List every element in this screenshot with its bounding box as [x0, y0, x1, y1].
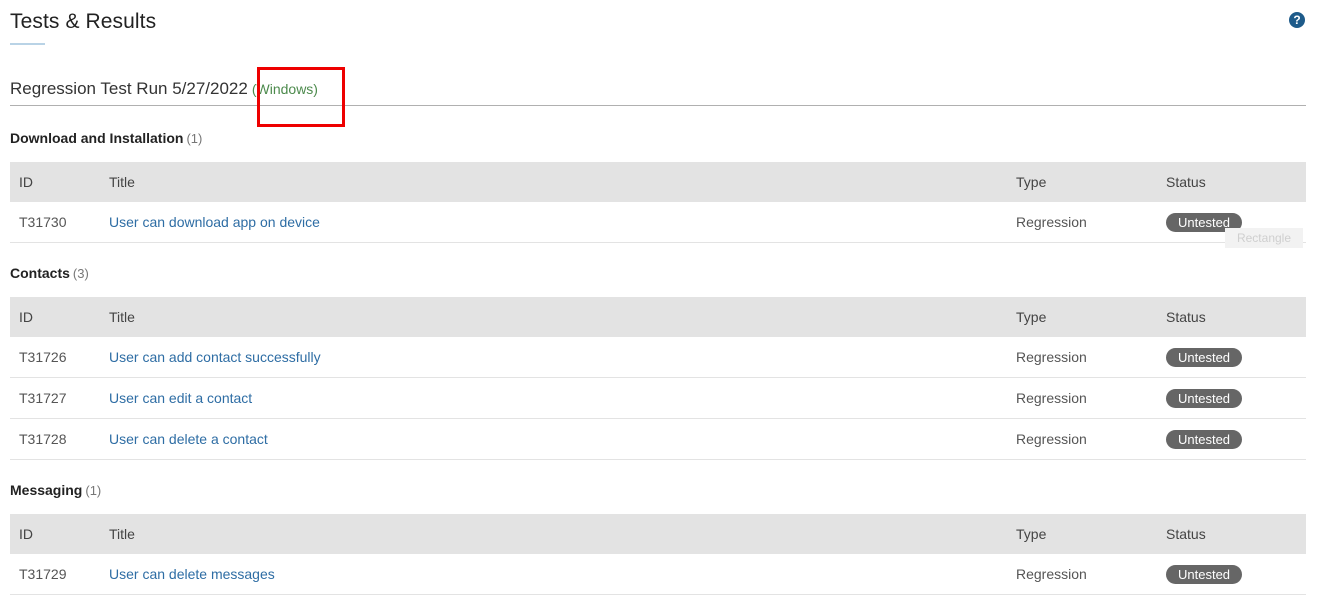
column-header-type[interactable]: Type: [1016, 297, 1046, 337]
table-row[interactable]: T31727 User can edit a contact Regressio…: [10, 378, 1306, 419]
section-messaging: Messaging (1) ID Title Type Status T31729…: [10, 482, 1306, 595]
test-type: Regression: [1016, 566, 1087, 582]
column-header-id[interactable]: ID: [19, 514, 33, 554]
table-row[interactable]: T31729 User can delete messages Regressi…: [10, 554, 1306, 595]
title-underline: [10, 43, 45, 45]
table-row[interactable]: T31730 User can download app on device R…: [10, 202, 1306, 243]
test-type: Regression: [1016, 214, 1087, 230]
question-circle-icon[interactable]: ?: [1289, 12, 1305, 28]
status-cell: Untested: [1166, 378, 1243, 418]
test-id: T31726: [19, 349, 67, 365]
section-contacts: Contacts (3) ID Title Type Status T31726 …: [10, 265, 1306, 460]
test-type: Regression: [1016, 390, 1087, 406]
test-id: T31730: [19, 214, 67, 230]
page-title: Tests & Results: [10, 10, 157, 33]
test-type: Regression: [1016, 431, 1087, 447]
column-header-type[interactable]: Type: [1016, 514, 1046, 554]
column-header-type[interactable]: Type: [1016, 162, 1046, 202]
table-row[interactable]: T31726 User can add contact successfully…: [10, 337, 1306, 378]
run-header: Regression Test Run 5/27/2022 (Windows): [10, 79, 1306, 106]
test-title-link[interactable]: User can delete messages: [109, 554, 275, 594]
section-heading: Contacts (3): [10, 265, 1306, 287]
section-heading: Download and Installation (1): [10, 130, 1306, 152]
section-heading: Messaging (1): [10, 482, 1306, 504]
rectangle-tooltip: Rectangle: [1225, 228, 1303, 248]
section-download-installation: Download and Installation (1) ID Title Ty…: [10, 130, 1306, 243]
column-header-title[interactable]: Title: [109, 162, 135, 202]
test-title-link[interactable]: User can delete a contact: [109, 419, 268, 459]
column-header-status[interactable]: Status: [1166, 514, 1206, 554]
tests-table: ID Title Type Status T31729 User can del…: [10, 514, 1306, 595]
status-cell: Untested: [1166, 554, 1243, 594]
test-id: T31729: [19, 566, 67, 582]
test-title-link[interactable]: User can edit a contact: [109, 378, 252, 418]
test-title-link[interactable]: User can add contact successfully: [109, 337, 321, 377]
column-header-id[interactable]: ID: [19, 162, 33, 202]
section-count: (1): [186, 131, 203, 146]
section-name: Messaging: [10, 482, 83, 498]
column-header-id[interactable]: ID: [19, 297, 33, 337]
test-id: T31727: [19, 390, 67, 406]
highlight-rectangle: [257, 67, 345, 127]
tests-table: ID Title Type Status T31730 User can dow…: [10, 162, 1306, 243]
status-badge[interactable]: Untested: [1166, 388, 1243, 408]
column-header-status[interactable]: Status: [1166, 297, 1206, 337]
table-row[interactable]: T31728 User can delete a contact Regress…: [10, 419, 1306, 460]
section-name: Download and Installation: [10, 130, 184, 146]
status-badge[interactable]: Untested: [1166, 429, 1243, 449]
table-header: ID Title Type Status: [10, 297, 1306, 337]
table-header: ID Title Type Status: [10, 162, 1306, 202]
section-count: (3): [72, 266, 89, 281]
section-name: Contacts: [10, 265, 70, 281]
run-title: Regression Test Run 5/27/2022: [10, 79, 248, 98]
test-id: T31728: [19, 431, 67, 447]
column-header-status[interactable]: Status: [1166, 162, 1206, 202]
section-count: (1): [85, 483, 102, 498]
test-title-link[interactable]: User can download app on device: [109, 202, 320, 242]
status-cell: Untested: [1166, 337, 1243, 377]
status-badge[interactable]: Untested: [1166, 347, 1243, 367]
tests-table: ID Title Type Status T31726 User can add…: [10, 297, 1306, 460]
status-cell: Untested: [1166, 419, 1243, 459]
status-badge[interactable]: Untested: [1166, 564, 1243, 584]
test-type: Regression: [1016, 349, 1087, 365]
column-header-title[interactable]: Title: [109, 297, 135, 337]
table-header: ID Title Type Status: [10, 514, 1306, 554]
column-header-title[interactable]: Title: [109, 514, 135, 554]
